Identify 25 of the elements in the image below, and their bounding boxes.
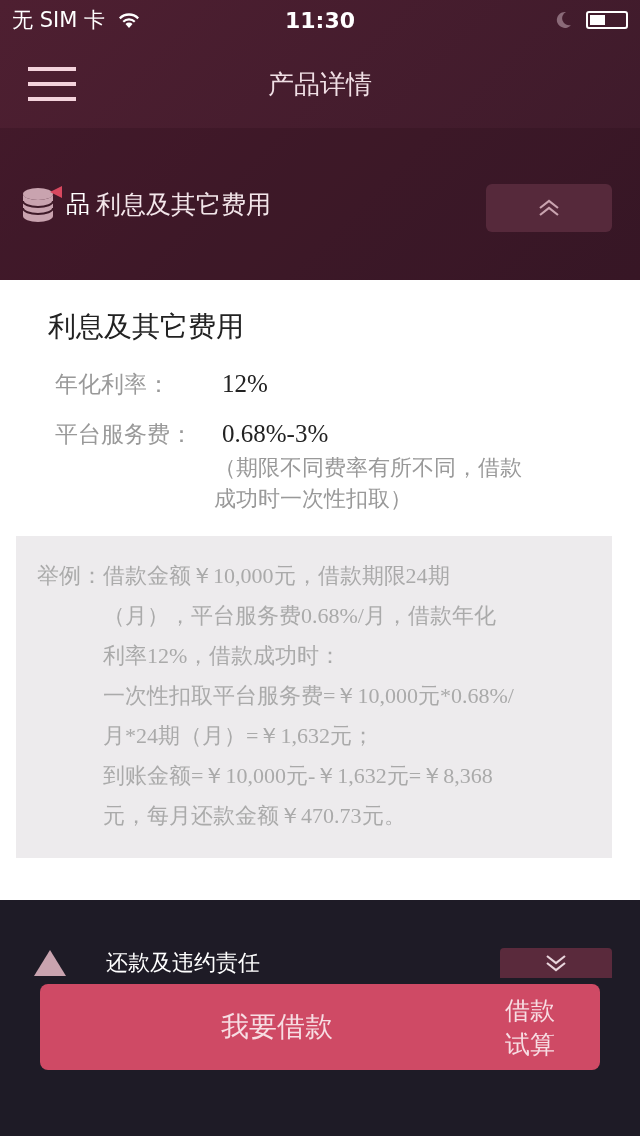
chevrons-down-icon	[544, 954, 568, 972]
field-value: 0.68%-3%	[222, 420, 329, 447]
field-label: 年化利率：	[55, 370, 171, 399]
field-label: 平台服务费：	[55, 420, 194, 449]
page-title: 产品详情	[268, 67, 372, 101]
field-note: （期限不同费率有所不同，借款 成功时一次性扣取）	[214, 454, 522, 513]
example-text: 借款金额￥10,000元，借款期限24期 （月），平台服务费0.68%/月，借款年化 利率12%，借款成功时： 一次性扣取平台服务费=￥10,000元*0.68%/ 月*24期（月）=￥1,632元； 到账金额=￥10,000元-￥1,632元=￥8,368 元，每月还款金额￥470.73元。	[103, 562, 514, 830]
warning-icon	[34, 950, 66, 976]
example-label: 举例：	[37, 562, 103, 590]
field-value: 12%	[222, 370, 268, 397]
expand-button[interactable]	[500, 948, 612, 978]
wifi-icon	[117, 11, 141, 29]
section-title: 还款及违约责任	[106, 949, 261, 977]
detail-title: 利息及其它费用	[48, 309, 245, 345]
coin-stack-icon	[22, 184, 64, 224]
borrow-button[interactable]: 我要借款	[40, 984, 460, 1070]
carrier-text: 无 SIM 卡	[12, 7, 105, 34]
calculator-button[interactable]: 借款试算	[460, 984, 600, 1070]
moon-icon	[556, 11, 572, 29]
clock-time: 11:30	[285, 7, 355, 33]
section-prefix: 品	[66, 189, 90, 220]
chevrons-up-icon	[537, 199, 561, 217]
menu-icon[interactable]	[28, 67, 76, 101]
battery-icon	[586, 11, 628, 29]
section-title: 利息及其它费用	[96, 188, 272, 221]
